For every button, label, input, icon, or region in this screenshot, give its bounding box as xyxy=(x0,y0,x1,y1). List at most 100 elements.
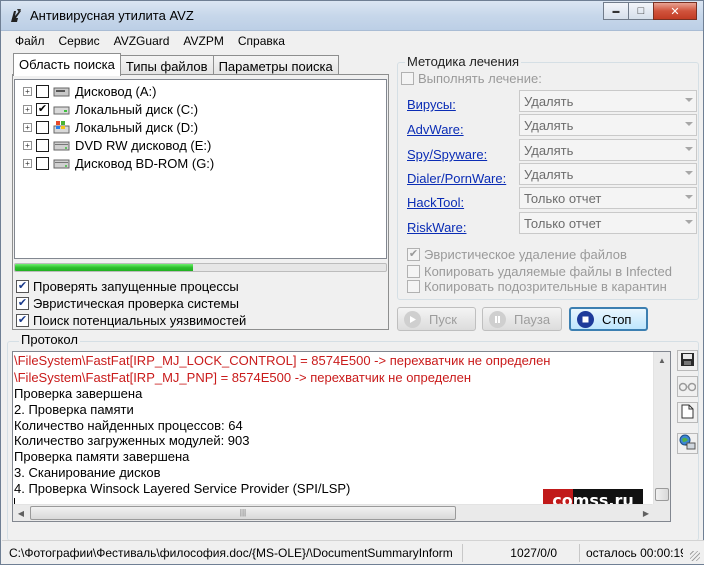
tree-item-drive-g[interactable]: + Дисковод BD-ROM (G:) xyxy=(23,154,214,172)
windows-drive-icon xyxy=(53,120,70,134)
scroll-thumb[interactable]: ||| xyxy=(30,506,456,520)
main-window: Антивирусная утилита AVZ ▬ □ ✕ Файл Серв… xyxy=(0,0,704,565)
dialer-link[interactable]: Dialer/PornWare: xyxy=(407,171,506,186)
expand-icon[interactable]: + xyxy=(23,86,32,96)
viruses-select[interactable]: Удалять xyxy=(519,90,697,112)
horizontal-scrollbar[interactable]: ◀ ||| ▶ xyxy=(13,504,654,521)
expand-icon[interactable]: + xyxy=(23,104,32,114)
log-line: Проверка памяти завершена xyxy=(14,449,190,464)
spyware-link[interactable]: Spy/Spyware: xyxy=(407,147,487,162)
tree-item-drive-a[interactable]: + Дисковод (A:) xyxy=(23,82,156,100)
perform-treatment-option[interactable]: Выполнять лечение: xyxy=(401,71,542,86)
option-label: Эвристическая проверка системы xyxy=(33,295,239,311)
dropdown-arrow-icon xyxy=(685,98,693,102)
dvd-drive-icon xyxy=(53,139,70,152)
checkbox[interactable] xyxy=(407,280,420,293)
drive-g-checkbox[interactable] xyxy=(36,156,49,170)
drive-e-checkbox[interactable] xyxy=(36,138,49,152)
option-label: Копировать подозрительные в карантин xyxy=(424,279,667,294)
menu-bar: Файл Сервис AVZGuard AVZPM Справка xyxy=(1,32,703,50)
copy-suspicious-option[interactable]: Копировать подозрительные в карантин xyxy=(407,279,667,294)
menu-avzguard[interactable]: AVZGuard xyxy=(107,32,177,50)
checkbox[interactable]: ✔ xyxy=(16,313,29,327)
stop-button[interactable]: Стоп xyxy=(569,307,648,331)
tree-item-drive-e[interactable]: + DVD RW дисковод (E:) xyxy=(23,136,211,154)
advware-select[interactable]: Удалять xyxy=(519,114,697,136)
status-time-remaining: осталось 00:00:19 xyxy=(586,546,683,560)
drive-a-checkbox[interactable] xyxy=(36,84,49,98)
scroll-thumb[interactable] xyxy=(655,488,669,501)
checkbox[interactable] xyxy=(401,72,414,85)
stop-icon xyxy=(577,310,594,328)
drive-tree: + Дисковод (A:) + ✔ Локальный диск (C:) … xyxy=(14,79,387,259)
viruses-link[interactable]: Вирусы: xyxy=(407,97,456,112)
select-value: Удалять xyxy=(524,94,574,109)
group-title: Методика лечения xyxy=(405,54,522,69)
advware-link[interactable]: AdvWare: xyxy=(407,122,464,137)
vertical-scrollbar[interactable]: ▲ xyxy=(653,352,670,504)
tree-item-drive-d[interactable]: + Локальный диск (D:) xyxy=(23,118,198,136)
start-button[interactable]: Пуск xyxy=(397,307,476,331)
expand-icon[interactable]: + xyxy=(23,140,32,150)
scroll-up-icon[interactable]: ▲ xyxy=(654,352,670,368)
dropdown-arrow-icon xyxy=(685,147,693,151)
menu-help[interactable]: Справка xyxy=(231,32,292,50)
view-log-button[interactable] xyxy=(677,376,698,397)
button-label: Пауза xyxy=(514,311,551,327)
tree-item-drive-c[interactable]: + ✔ Локальный диск (C:) xyxy=(23,100,198,118)
riskware-link[interactable]: RiskWare: xyxy=(407,220,466,235)
select-value: Удалять xyxy=(524,118,574,133)
tab-search-params[interactable]: Параметры поиска xyxy=(212,55,339,75)
network-button[interactable] xyxy=(677,433,698,454)
checkbox[interactable]: ✔ xyxy=(16,279,29,293)
checkbox[interactable] xyxy=(407,265,420,278)
dropdown-arrow-icon xyxy=(685,171,693,175)
hacktool-link[interactable]: HackTool: xyxy=(407,195,464,210)
menu-file[interactable]: Файл xyxy=(8,32,52,50)
resize-grip-icon[interactable] xyxy=(690,551,700,561)
drive-c-checkbox[interactable]: ✔ xyxy=(36,102,49,116)
menu-service[interactable]: Сервис xyxy=(52,32,107,50)
tree-item-label: Локальный диск (C:) xyxy=(75,101,199,117)
tree-item-label: DVD RW дисковод (E:) xyxy=(75,137,212,153)
drive-d-checkbox[interactable] xyxy=(36,120,49,134)
menu-avzpm[interactable]: AVZPM xyxy=(176,32,230,50)
title-bar[interactable]: Антивирусная утилита AVZ ▬ □ ✕ xyxy=(1,1,703,31)
close-button[interactable]: ✕ xyxy=(653,2,697,20)
log-line: Проверка завершена xyxy=(14,386,143,401)
checkbox[interactable]: ✔ xyxy=(407,248,420,261)
save-log-button[interactable] xyxy=(677,350,698,371)
glasses-icon xyxy=(678,379,697,395)
protocol-log[interactable]: \FileSystem\FastFat[IRP_MJ_LOCK_CONTROL]… xyxy=(12,351,671,522)
option-heuristic-check[interactable]: ✔ Эвристическая проверка системы xyxy=(16,295,239,311)
spyware-select[interactable]: Удалять xyxy=(519,139,697,161)
select-value: Только отчет xyxy=(524,216,602,231)
pause-button[interactable]: Пауза xyxy=(482,307,562,331)
status-counts: 1027/0/0 xyxy=(463,544,580,562)
hard-drive-icon xyxy=(53,103,70,116)
status-current-file: C:\Фотографии\Фестиваль\философия.doc/{M… xyxy=(5,544,463,562)
log-line: 2. Проверка памяти xyxy=(14,402,134,417)
log-line: 3. Сканирование дисков xyxy=(14,465,161,480)
scroll-left-icon[interactable]: ◀ xyxy=(13,505,29,521)
scroll-corner xyxy=(652,504,670,521)
maximize-button[interactable]: □ xyxy=(628,2,654,20)
heuristic-delete-option[interactable]: ✔ Эвристическое удаление файлов xyxy=(407,247,627,262)
riskware-select[interactable]: Только отчет xyxy=(519,212,697,234)
tab-search-area[interactable]: Область поиска xyxy=(13,53,121,76)
play-icon xyxy=(404,310,421,328)
log-line: \FileSystem\FastFat[IRP_MJ_LOCK_CONTROL]… xyxy=(14,353,551,368)
tab-file-types[interactable]: Типы файлов xyxy=(119,55,214,75)
dialer-select[interactable]: Удалять xyxy=(519,163,697,185)
copy-deleted-option[interactable]: Копировать удаляемые файлы в Infected xyxy=(407,264,672,279)
option-vulnerability-search[interactable]: ✔ Поиск потенциальных уязвимостей xyxy=(16,312,246,328)
dropdown-arrow-icon xyxy=(685,195,693,199)
checkbox[interactable]: ✔ xyxy=(16,296,29,310)
hacktool-select[interactable]: Только отчет xyxy=(519,187,697,209)
expand-icon[interactable]: + xyxy=(23,158,32,168)
button-label: Стоп xyxy=(602,311,632,327)
clear-log-button[interactable] xyxy=(677,402,698,423)
option-check-processes[interactable]: ✔ Проверять запущенные процессы xyxy=(16,278,239,294)
minimize-button[interactable]: ▬ xyxy=(603,2,629,20)
expand-icon[interactable]: + xyxy=(23,122,32,132)
